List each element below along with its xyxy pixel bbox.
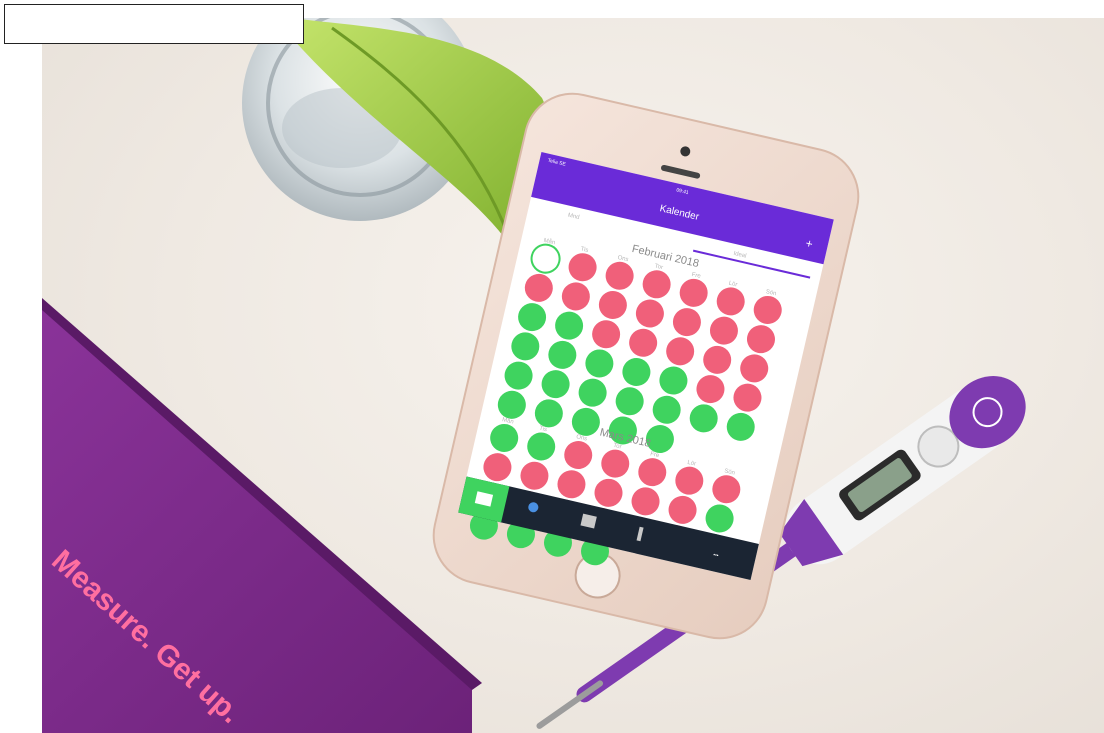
photo-svg: Measure. Get up. Telia SE 09:41 Kalender… (42, 18, 1026, 733)
photo: Measure. Get up. Telia SE 09:41 Kalender… (42, 18, 1104, 733)
scene: Measure. Get up. Telia SE 09:41 Kalender… (0, 0, 1104, 733)
purple-box: Measure. Get up. (42, 298, 482, 733)
corner-frame (4, 4, 304, 44)
